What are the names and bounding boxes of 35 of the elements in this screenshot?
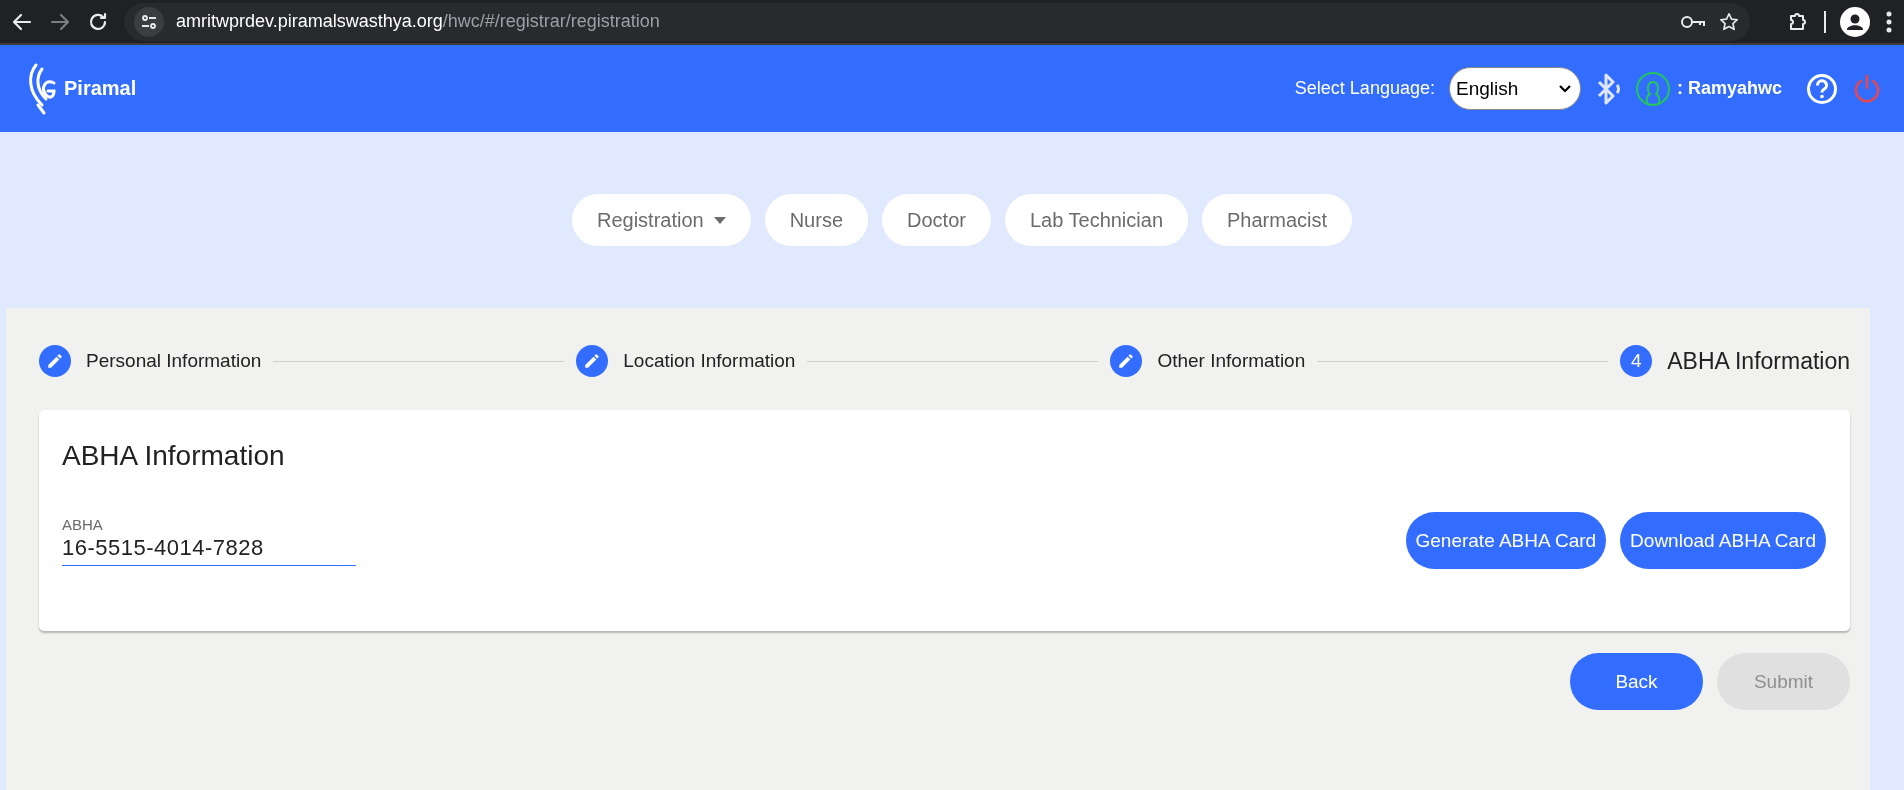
step-label: Other Information [1157,350,1306,372]
abha-field[interactable]: ABHA 16-5515-4014-7828 [62,515,356,566]
url-text: amritwprdev.piramalswasthya.org/hwc/#/registrar/registration [176,11,660,32]
action-button[interactable]: Back [1570,653,1703,710]
field-value: 16-5515-4014-7828 [62,534,265,561]
help-icon[interactable] [1806,72,1838,105]
language-select[interactable]: English [1448,67,1581,110]
nav-tab[interactable]: Doctor [882,194,991,246]
brand-name: Piramal [64,77,137,100]
pencil-icon [1117,352,1136,370]
abha-card-button[interactable]: Download ABHA Card [1620,512,1826,569]
pencil-icon [583,352,602,370]
star-icon[interactable] [1718,10,1740,33]
step-label: Personal Information [86,350,262,372]
field-label: ABHA [62,515,104,533]
abha-card-button[interactable]: Generate ABHA Card [1405,512,1607,569]
step-label: Location Information [623,350,796,372]
chevron-down-icon [1557,83,1572,94]
edit-step-icon[interactable] [576,345,609,377]
username: : Ramyahwc [1676,78,1782,99]
caret-icon [713,216,726,224]
nav-tab[interactable]: Pharmacist [1202,194,1353,246]
card-title: ABHA Information [62,440,286,472]
profile-icon[interactable] [1840,6,1870,37]
address-bar[interactable]: amritwprdev.piramalswasthya.org/hwc/#/registrar/registration [124,2,1750,41]
language-label: Select Language: [1294,78,1435,99]
nav-tab[interactable]: Registration [571,194,751,246]
step-number[interactable]: 4 [1620,345,1653,377]
nav-tab[interactable]: Lab Technician [1004,194,1188,246]
tune-icon[interactable] [134,6,164,37]
edit-step-icon[interactable] [1110,345,1143,377]
edit-step-icon[interactable] [39,345,71,377]
step-label: ABHA Information [1667,347,1850,375]
pencil-icon [46,352,64,370]
nav-tab[interactable]: Nurse [764,194,869,246]
